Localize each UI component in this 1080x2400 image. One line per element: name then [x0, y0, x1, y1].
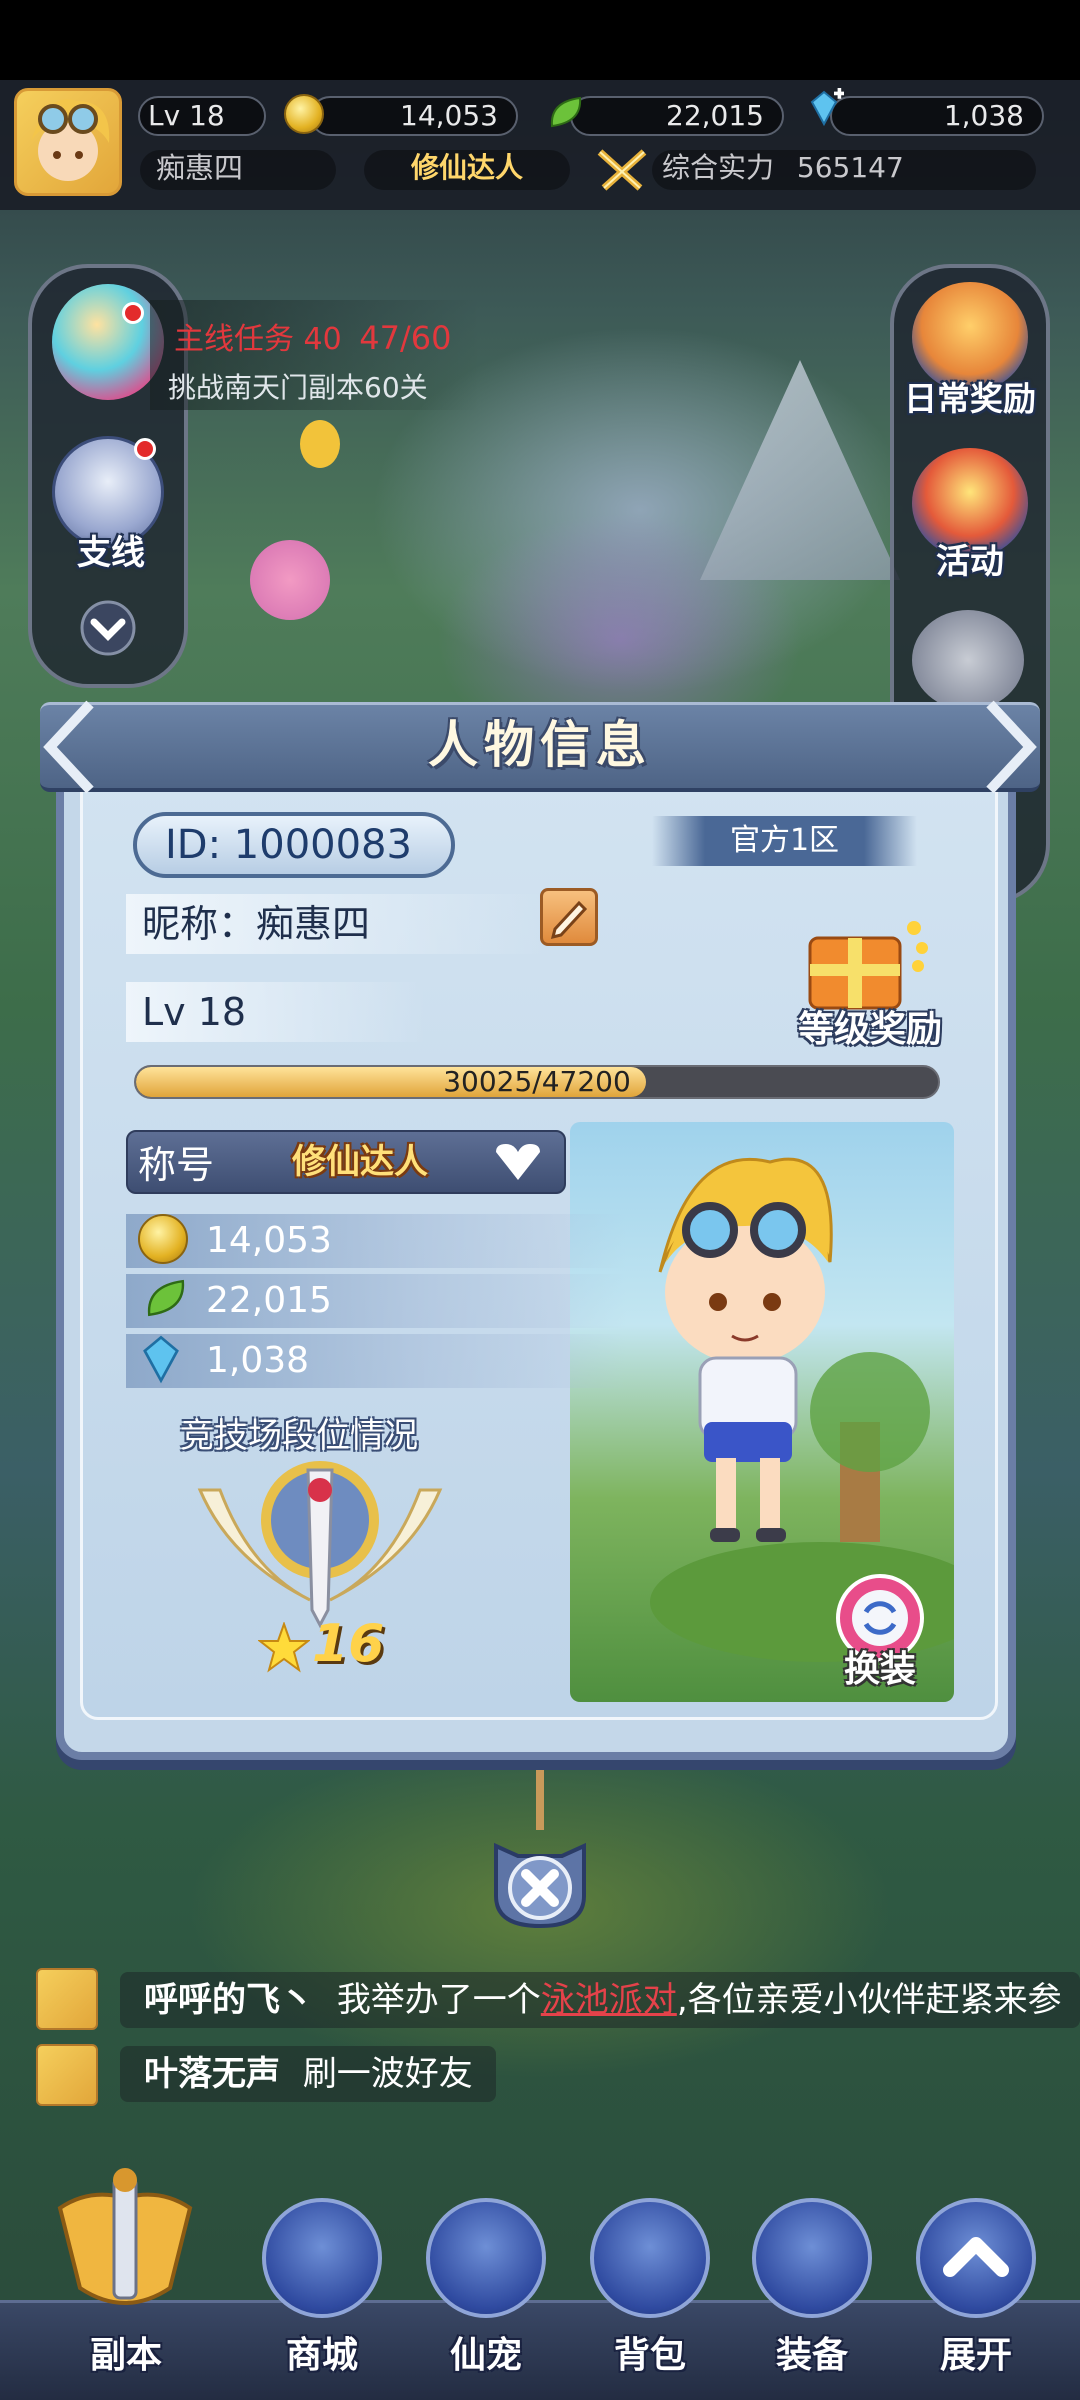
player-id-box: ID: 1000083 [133, 812, 455, 878]
bag-icon[interactable] [590, 2198, 710, 2318]
experience-bar: 30025/47200 [134, 1065, 940, 1099]
daily-reward-label: 日常奖励 [904, 379, 1036, 418]
level-reward-label: 等级奖励 [797, 1009, 942, 1050]
sword-shield-icon[interactable] [50, 2168, 200, 2318]
nav-label-shop[interactable]: 商城 [252, 2326, 392, 2378]
nav-label-pet[interactable]: 仙宠 [416, 2326, 556, 2378]
power-pill: 综合实力 565147 [652, 150, 1036, 190]
branch-notification-dot [134, 438, 156, 460]
nav-label-dungeon[interactable]: 副本 [56, 2326, 196, 2378]
gold-row: 14,053 [126, 1214, 626, 1268]
chat-sender: 呼呼的飞丶 [144, 1980, 314, 2020]
main-quest-icon[interactable] [52, 284, 164, 400]
seven-day-icon[interactable] [912, 610, 1024, 710]
chat-message: 叶落无声 刷一波好友 [120, 2046, 496, 2102]
chat-avatar[interactable] [36, 2044, 98, 2106]
quest-description: 挑战南天门副本60关 [168, 371, 428, 404]
power-value: 565147 [796, 151, 904, 184]
gem-icon [143, 1335, 179, 1384]
quest-progress: 47/60 [359, 319, 452, 357]
star-icon [258, 1622, 310, 1673]
activity-label: 活动 [936, 542, 1004, 582]
dialog-title: 人物信息 [428, 716, 652, 774]
title-row-label: 称号 [138, 1143, 215, 1187]
expand-button[interactable] [916, 2198, 1036, 2318]
mountain-decoration [700, 360, 900, 580]
avatar-face-icon [31, 99, 110, 181]
shop-icon[interactable] [262, 2198, 382, 2318]
chat-text: 刷一波好友 [302, 2054, 473, 2094]
nav-label-bag[interactable]: 背包 [580, 2326, 720, 2378]
change-outfit-label: 换装 [843, 1649, 916, 1690]
branch-label: 支线 [77, 533, 145, 573]
gem-amount: 1,038 [206, 1340, 310, 1381]
arena-star-count: 16 [312, 1614, 385, 1674]
pet-icon[interactable] [426, 2198, 546, 2318]
balloon-icon [300, 420, 340, 468]
leaf-counter[interactable]: 22,015 [570, 96, 784, 136]
chevron-down-icon[interactable] [80, 600, 136, 656]
title-value: 修仙达人 [292, 1142, 428, 1182]
level-pill: Lv 18 [138, 96, 266, 136]
quest-tracker[interactable]: 主线任务 40 47/60 挑战南天门副本60关 [150, 300, 480, 410]
player-id: ID: 1000083 [165, 822, 412, 868]
player-name-pill: 痴惠四 [140, 150, 336, 190]
nav-label-expand[interactable]: 展开 [906, 2326, 1046, 2378]
edit-nickname-button[interactable] [540, 888, 598, 946]
level-value: Lv 18 [142, 990, 247, 1034]
pencil-icon [550, 900, 588, 940]
chat-link[interactable]: 泳池派对 [541, 1980, 677, 2020]
coin-stack-icon [284, 94, 324, 134]
chat-avatar[interactable] [36, 1968, 98, 2030]
gem-value: 1,038 [943, 99, 1024, 132]
chevron-up-icon [943, 2237, 1009, 2277]
leaf-amount: 22,015 [206, 1280, 332, 1321]
close-button-rope [536, 1770, 544, 1830]
quest-notification-dot [122, 302, 144, 324]
arena-rank-badge-icon [197, 1461, 443, 1629]
leaf-value: 22,015 [666, 99, 764, 132]
level-row: Lv 18 [126, 982, 426, 1042]
chat-text-tail: ,各位亲爱小伙伴赶紧来参 [676, 1980, 1062, 2020]
title-badge: 修仙达人 [364, 150, 570, 190]
leaf-resource-icon [147, 1279, 185, 1317]
gem-counter[interactable]: 1,038 [830, 96, 1044, 136]
gem-row: 1,038 [126, 1334, 626, 1388]
title-badge-text: 修仙达人 [410, 151, 523, 184]
gem-plus-icon[interactable] [804, 88, 844, 128]
coin-icon [138, 1214, 188, 1264]
dropdown-heart-icon[interactable] [490, 1142, 546, 1182]
chat-message: 呼呼的飞丶 我举办了一个泳池派对,各位亲爱小伙伴赶紧来参 [120, 1972, 1080, 2028]
balloons-icon [250, 540, 330, 620]
level-text: Lv 18 [148, 99, 225, 132]
player-name: 痴惠四 [156, 151, 244, 185]
power-label: 综合实力 [662, 151, 775, 184]
player-avatar[interactable] [14, 88, 122, 196]
gold-counter[interactable]: 14,053 [310, 96, 518, 136]
server-tag: 官方1区 [652, 816, 917, 866]
gold-value: 14,053 [400, 99, 498, 132]
leaf-row: 22,015 [126, 1274, 626, 1328]
quest-title: 主线任务 40 [174, 322, 342, 357]
hammer-icon[interactable] [752, 2198, 872, 2318]
leaf-icon [550, 96, 582, 128]
chat-text: 我举办了一个 [336, 1980, 541, 2020]
nickname-text: 昵称：痴惠四 [142, 902, 371, 946]
nav-label-equipment[interactable]: 装备 [742, 2326, 882, 2378]
experience-text: 30025/47200 [443, 1065, 631, 1098]
crossed-swords-icon [597, 149, 647, 191]
chat-sender: 叶落无声 [144, 2054, 280, 2094]
nickname-row: 昵称：痴惠四 [126, 894, 546, 954]
gold-amount: 14,053 [206, 1220, 332, 1261]
close-button[interactable] [488, 1826, 592, 1930]
